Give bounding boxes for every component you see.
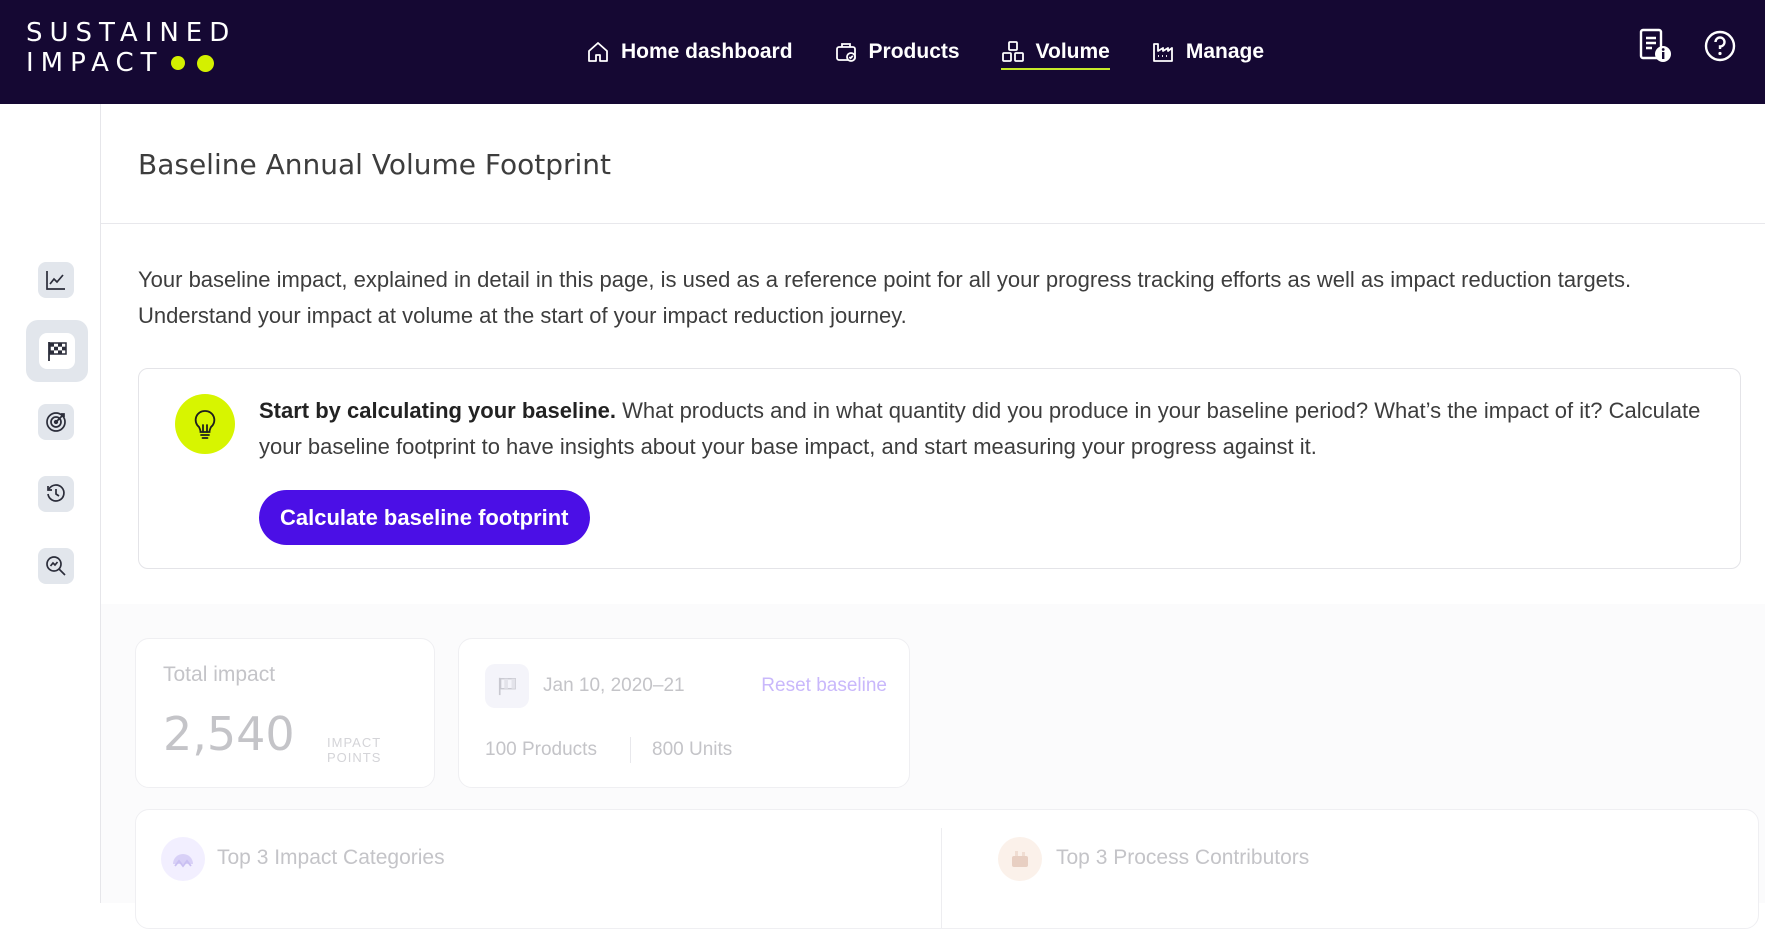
sidebar-item-baseline[interactable] <box>26 320 88 382</box>
divider <box>941 828 942 928</box>
top-right-icons <box>1607 28 1737 64</box>
top-navigation-bar: SUSTAINED IMPACT Home dashboard Products… <box>0 0 1765 104</box>
logo-dot <box>171 56 186 70</box>
left-sidebar <box>0 104 101 903</box>
flag-icon <box>485 664 529 708</box>
total-impact-value: 2,540 <box>163 707 295 761</box>
page-intro: Your baseline impact, explained in detai… <box>138 267 1632 328</box>
baseline-preview: Total impact 2,540 IMPACT POINTS Jan 10,… <box>101 604 1765 929</box>
chart-line-icon <box>46 271 65 290</box>
page-title: Baseline Annual Volume Footprint <box>138 148 612 181</box>
callout-text: Start by calculating your baseline. What… <box>259 393 1719 465</box>
total-impact-label: Total impact <box>163 663 276 686</box>
reset-baseline-link[interactable]: Reset baseline <box>761 675 887 697</box>
impact-categories-icon <box>161 837 205 881</box>
nav-label: Products <box>868 40 960 63</box>
help-icon <box>1704 30 1736 62</box>
document-info-button[interactable] <box>1637 28 1673 64</box>
top-process-contributors-title: Top 3 Process Contributors <box>1056 846 1310 869</box>
lightbulb-icon <box>175 394 235 454</box>
top-impact-categories-title: Top 3 Impact Categories <box>217 846 445 869</box>
divider <box>630 737 631 763</box>
volume-icon <box>1001 41 1024 62</box>
nav-manage[interactable]: Manage <box>1151 0 1264 104</box>
logo[interactable]: SUSTAINED IMPACT <box>26 18 236 78</box>
logo-line-2: IMPACT <box>26 48 236 78</box>
baseline-period-card: Jan 10, 2020–21 Reset baseline 100 Produ… <box>458 638 910 788</box>
sidebar-item-progress[interactable] <box>38 262 74 298</box>
calculate-baseline-button[interactable]: Calculate baseline footprint <box>259 490 590 545</box>
home-icon <box>588 42 608 62</box>
main-nav: Home dashboard Products Volume Manage <box>586 0 1305 104</box>
total-impact-card: Total impact 2,540 IMPACT POINTS <box>135 638 435 788</box>
document-info-icon <box>1639 28 1671 62</box>
nav-label: Manage <box>1185 40 1265 63</box>
logo-line-2-text: IMPACT <box>26 48 164 78</box>
page-header: Baseline Annual Volume Footprint <box>101 104 1765 224</box>
nav-home-dashboard[interactable]: Home dashboard <box>586 0 793 104</box>
top-contributors-card: Top 3 Impact Categories Top 3 Process Co… <box>135 809 1759 929</box>
units-count: 800 Units <box>652 739 733 760</box>
target-icon <box>46 412 66 432</box>
callout-bold: Start by calculating your baseline. <box>259 398 616 423</box>
flag-icon <box>48 342 67 361</box>
history-icon <box>47 484 65 502</box>
sidebar-item-history[interactable] <box>38 476 74 512</box>
analysis-search-icon <box>46 556 66 576</box>
sidebar-item-targets[interactable] <box>38 404 74 440</box>
factory-icon <box>1152 43 1173 62</box>
nav-label: Home dashboard <box>621 40 793 63</box>
nav-products[interactable]: Products <box>834 0 960 104</box>
help-button[interactable] <box>1703 29 1737 63</box>
baseline-period-dates: Jan 10, 2020–21 <box>543 675 685 696</box>
sidebar-item-analysis[interactable] <box>38 548 74 584</box>
products-icon <box>835 43 856 62</box>
nav-volume[interactable]: Volume <box>1000 0 1111 104</box>
nav-label: Volume <box>1035 40 1110 63</box>
products-count: 100 Products <box>485 739 597 760</box>
total-impact-unit: IMPACT POINTS <box>327 735 382 765</box>
logo-line-1: SUSTAINED <box>26 18 237 48</box>
baseline-callout-card: Start by calculating your baseline. What… <box>138 368 1741 569</box>
process-contributors-icon <box>998 837 1042 881</box>
logo-dot <box>197 54 215 72</box>
sidebar-item-inner <box>39 333 75 369</box>
